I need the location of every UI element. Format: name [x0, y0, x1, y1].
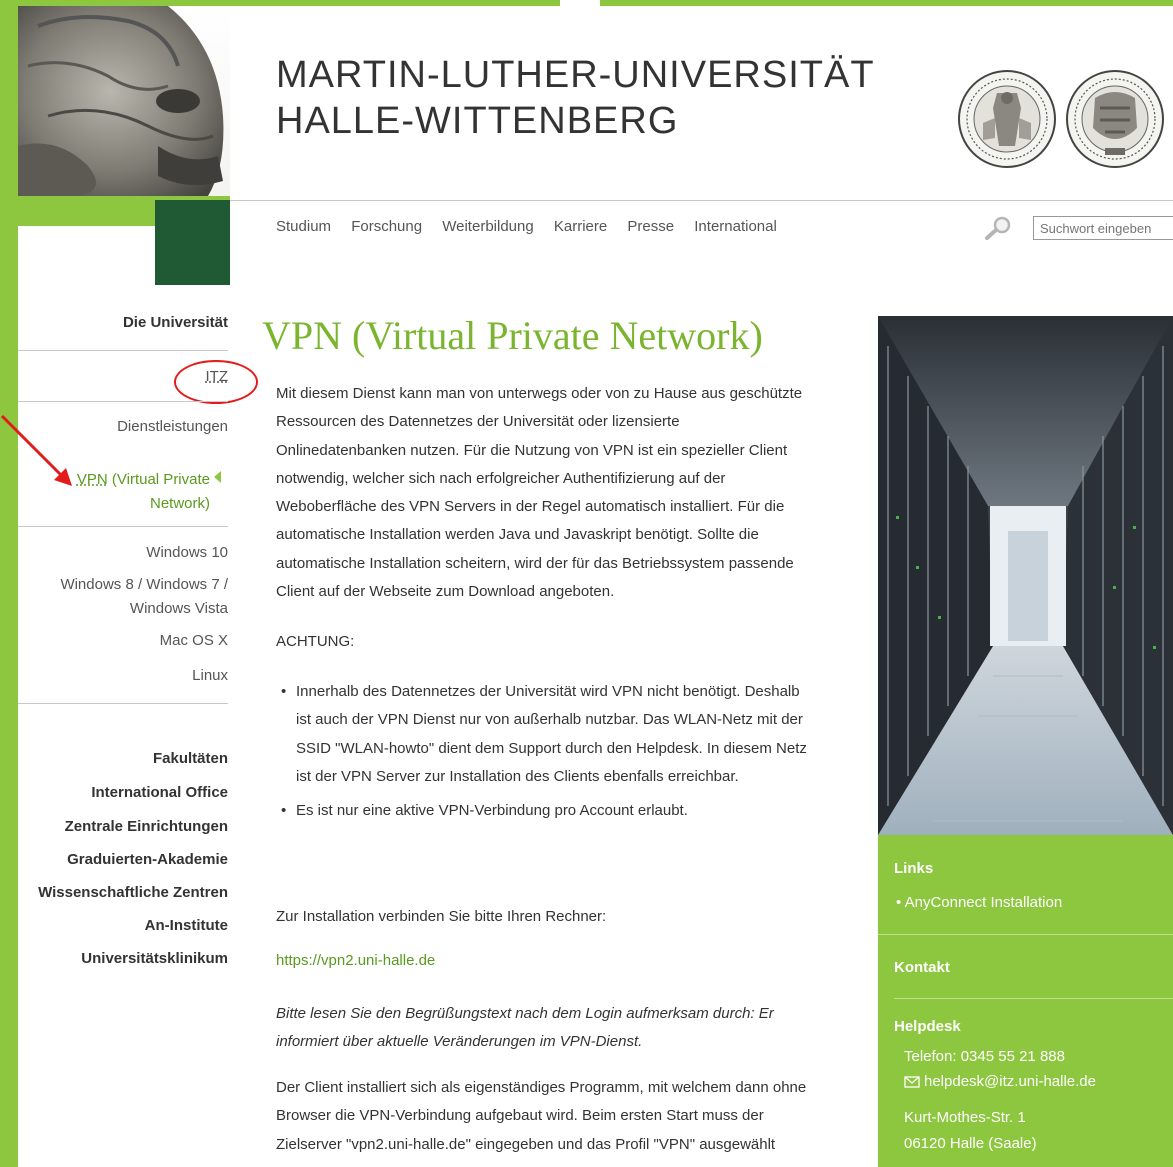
- university-title[interactable]: MARTIN-LUTHER-UNIVERSITÄT HALLE-WITTENBE…: [276, 52, 875, 144]
- login-notice: Bitte lesen Sie den Begrüßungstext nach …: [276, 1000, 848, 1057]
- sidebar-link-fakultaeten[interactable]: Fakultäten: [153, 750, 228, 767]
- client-line: Browser die VPN-Verbindung aufgebaut wir…: [276, 1107, 764, 1125]
- left-green-border: [0, 0, 18, 1167]
- intro-line: automatische Installation scheitern, wir…: [276, 554, 794, 572]
- university-title-line1: MARTIN-LUTHER-UNIVERSITÄT: [276, 54, 875, 96]
- client-line: Zielserver "vpn2.uni-halle.de" eingegebe…: [276, 1135, 776, 1153]
- sidebar-section-title[interactable]: Die Universität: [123, 314, 228, 331]
- sidebar-subitem-linux[interactable]: Linux: [192, 667, 228, 684]
- helpdesk-heading: Helpdesk: [894, 1018, 961, 1035]
- intro-line: Mit diesem Dienst kann man von unterwegs…: [276, 385, 803, 402]
- vpn-abbr: VPN: [76, 471, 108, 488]
- intro-line: automatische Installation werden Java un…: [276, 526, 759, 544]
- sidebar-divider: [18, 703, 228, 704]
- sidebar-link-international-office[interactable]: International Office: [91, 784, 228, 801]
- sidebar-link-zentrale-einrichtungen[interactable]: Zentrale Einrichtungen: [65, 818, 228, 835]
- intro-line: Weboberfläche des VPN Servers in der Reg…: [276, 498, 785, 516]
- sidebar-divider: [18, 350, 228, 351]
- university-title-line2: HALLE-WITTENBERG: [276, 100, 679, 142]
- client-paragraph: Der Client installiert sich als eigenstä…: [276, 1074, 848, 1159]
- intro-line: Onlinedatenbanken nutzen. Für die Nutzun…: [276, 441, 788, 459]
- intro-line: Ressourcen des Datennetzes der Universit…: [276, 413, 680, 431]
- nav-weiterbildung[interactable]: Weiterbildung: [442, 218, 533, 235]
- nav-karriere[interactable]: Karriere: [554, 218, 607, 235]
- search-input[interactable]: [1033, 216, 1173, 240]
- client-line: Der Client installiert sich als eigenstä…: [276, 1079, 807, 1096]
- bullet-line: Innerhalb des Datennetzes der Universitä…: [296, 683, 800, 700]
- bullet-line: Es ist nur eine aktive VPN-Verbindung pr…: [296, 802, 688, 819]
- intro-line: Client auf der Webseite zum Download ang…: [276, 583, 615, 601]
- sidebar-link-wissenschaftliche-zentren[interactable]: Wissenschaftliche Zentren: [38, 884, 228, 901]
- sidebar-subitem-windows8-line1[interactable]: Windows 8 / Windows 7 /: [60, 576, 228, 593]
- bullet-line: ist der VPN Server zur Installation des …: [296, 767, 739, 785]
- intro-line: notwendig, welcher sich nach erfolgreich…: [276, 469, 726, 487]
- links-heading: Links: [894, 860, 934, 877]
- sidebar-subitem-macosx[interactable]: Mac OS X: [160, 632, 228, 649]
- right-divider: [878, 934, 1173, 935]
- server-room-photo: [878, 316, 1173, 835]
- nav-international[interactable]: International: [694, 218, 777, 235]
- sidebar-link-graduierten-akademie[interactable]: Graduierten-Akademie: [67, 851, 228, 868]
- notice-bullet-2: Es ist nur eine aktive VPN-Verbindung pr…: [276, 797, 848, 826]
- sidebar-subitem-windows10[interactable]: Windows 10: [146, 544, 228, 561]
- install-instruction: Zur Installation verbinden Sie bitte Ihr…: [276, 908, 607, 925]
- helpdesk-email[interactable]: helpdesk@itz.uni-halle.de: [904, 1073, 1096, 1090]
- seal-left-icon: [958, 70, 1056, 168]
- university-seals: [955, 68, 1173, 170]
- page-title: VPN (Virtual Private Network): [262, 313, 763, 358]
- seal-right-icon: [1066, 70, 1164, 168]
- active-indicator-icon: [214, 471, 221, 483]
- notice-bullet-1: Innerhalb des Datennetzes der Universitä…: [276, 678, 848, 791]
- vpn-label-rest: (Virtual Private: [107, 471, 210, 488]
- anyconnect-link[interactable]: • AnyConnect Installation: [896, 894, 1062, 911]
- helpdesk-email-label: helpdesk@itz.uni-halle.de: [924, 1073, 1096, 1090]
- dark-green-block: [155, 200, 230, 285]
- sidebar-divider: [18, 401, 228, 402]
- lion-statue-image: [18, 6, 230, 196]
- sidebar-link-an-institute[interactable]: An-Institute: [145, 917, 228, 934]
- intro-paragraph: Mit diesem Dienst kann man von unterwegs…: [276, 380, 848, 606]
- annotation-circle: [174, 360, 258, 404]
- login-notice-line: informiert über aktuelle Veränderungen i…: [276, 1033, 643, 1051]
- sidebar-item-vpn-active[interactable]: VPN (Virtual Private Network): [75, 468, 210, 516]
- helpdesk-city: 06120 Halle (Saale): [904, 1135, 1037, 1152]
- sidebar-link-universitaetsklinikum[interactable]: Universitätsklinikum: [81, 950, 228, 967]
- nav-forschung[interactable]: Forschung: [351, 218, 422, 235]
- login-notice-line: Bitte lesen Sie den Begrüßungstext nach …: [276, 1005, 774, 1022]
- header-divider: [230, 200, 1173, 201]
- achtung-label: ACHTUNG:: [276, 633, 355, 650]
- right-divider: [894, 998, 1173, 999]
- top-border-gap: [560, 0, 600, 6]
- vpn-server-link[interactable]: https://vpn2.uni-halle.de: [276, 952, 435, 969]
- helpdesk-street: Kurt-Mothes-Str. 1: [904, 1109, 1026, 1126]
- kontakt-heading: Kontakt: [894, 959, 950, 976]
- sidebar-subitem-windows8-line2[interactable]: Windows Vista: [130, 600, 228, 617]
- sidebar-item-dienstleistungen[interactable]: Dienstleistungen: [117, 418, 228, 435]
- sidebar-divider: [18, 526, 228, 527]
- nav-presse[interactable]: Presse: [627, 218, 674, 235]
- vpn-label-line2: Network): [149, 495, 210, 512]
- top-navigation: Studium Forschung Weiterbildung Karriere…: [276, 218, 793, 235]
- search-icon[interactable]: [983, 215, 1013, 241]
- bullet-line: ist auch der VPN Dienst nur von außerhal…: [296, 711, 803, 729]
- anyconnect-link-label: AnyConnect Installation: [904, 894, 1063, 911]
- nav-studium[interactable]: Studium: [276, 218, 331, 235]
- bullet-line: SSID "WLAN-howto" dient dem Support durc…: [296, 739, 807, 757]
- envelope-icon: [904, 1076, 920, 1088]
- helpdesk-phone: Telefon: 0345 55 21 888: [904, 1048, 1065, 1065]
